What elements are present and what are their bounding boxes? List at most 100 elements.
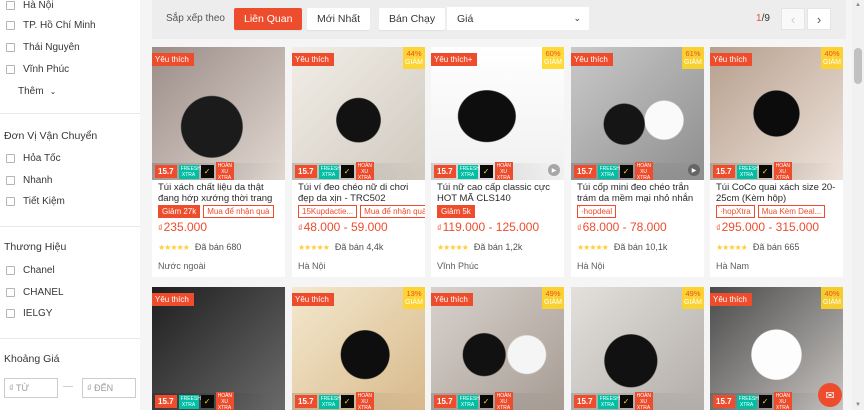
product-card[interactable]: Yêu thích 61% GIẢM 15.7 FREESHIP XTRA ✓ HOÀN X… bbox=[571, 47, 704, 277]
sold-count: Đã bán 665 bbox=[752, 242, 800, 252]
product-image[interactable]: Yêu thích 13% GIẢM 15.7 FREESHIP XTRA ✓ HOÀN X… bbox=[292, 287, 425, 410]
product-image[interactable]: Yêu thích 49% GIẢM 15.7 FREESHIP XTRA ✓ HOÀN X… bbox=[431, 287, 564, 410]
chevron-down-icon: ⌄ bbox=[49, 87, 57, 96]
sort-bestseller-button[interactable]: Bán Chạy bbox=[379, 8, 446, 30]
location-filter-thainguyen[interactable]: Thái Nguyên bbox=[6, 42, 80, 53]
product-image[interactable]: Yêu thích 40% GIẢM 15.7 FREESHIP XTRA ✓ HOÀN X… bbox=[710, 47, 843, 180]
checkbox[interactable] bbox=[6, 197, 15, 206]
sort-relevance-button[interactable]: Liên Quan bbox=[234, 8, 303, 30]
product-card[interactable]: 49% GIẢM 15.7 FREESHIP XTRA ✓ HOÀN XU XTRA bbox=[571, 287, 704, 410]
location-filter-vinhphuc[interactable]: Vĩnh Phúc bbox=[6, 64, 69, 75]
coin-back-badge: HOÀN XU XTRA bbox=[634, 391, 653, 410]
checkbox[interactable] bbox=[6, 43, 15, 52]
currency-symbol: ₫ bbox=[298, 223, 303, 233]
checkbox[interactable] bbox=[6, 21, 15, 30]
location-label: TP. Hồ Chí Minh bbox=[23, 20, 96, 31]
promo-strip: 15.7 FREESHIP XTRA ✓ HOÀN XU XTRA bbox=[431, 391, 564, 410]
shipping-label: Tiết Kiệm bbox=[23, 196, 65, 207]
promo-day-badge: 15.7 bbox=[295, 165, 317, 178]
promo-day-badge: 15.7 bbox=[434, 165, 456, 178]
product-card[interactable]: Yêu thích+ 60% GIẢM 15.7 FREESHIP XTRA ✓ HOÀN … bbox=[431, 47, 564, 277]
product-card[interactable]: Yêu thích 44% GIẢM 15.7 FREESHIP XTRA ✓ HOÀN X… bbox=[292, 47, 425, 277]
promo-strip: 15.7 FREESHIP XTRA ✓ HOÀN XU XTRA bbox=[152, 391, 285, 410]
divider bbox=[0, 226, 140, 227]
play-icon[interactable]: ▶ bbox=[688, 164, 700, 176]
product-name[interactable]: Túi nữ cao cấp classic cực HOT MÃ CLS140 bbox=[437, 182, 559, 204]
price-max-input[interactable]: ₫ ĐẾN bbox=[82, 378, 136, 398]
brand-filter-ielgy[interactable]: IELGY bbox=[6, 308, 52, 319]
favorite-badge: Yêu thích bbox=[710, 293, 752, 306]
chat-icon[interactable]: ✉ bbox=[818, 383, 842, 407]
product-card[interactable]: Yêu thích 15.7 FREESHIP XTRA ✓ HOÀN XU XTRA bbox=[152, 287, 285, 410]
product-card[interactable]: Yêu thích 15.7 FREESHIP XTRA ✓ HOÀN XU XTRA T… bbox=[152, 47, 285, 277]
product-image[interactable]: 49% GIẢM 15.7 FREESHIP XTRA ✓ HOÀN XU XTRA bbox=[571, 287, 704, 410]
page-scrollbar[interactable]: ▲ ▼ bbox=[852, 0, 864, 410]
product-card[interactable]: Yêu thích 40% GIẢM 15.7 FREESHIP XTRA ✓ HOÀN X… bbox=[710, 47, 843, 277]
location-label: Vĩnh Phúc bbox=[23, 64, 70, 75]
product-image[interactable]: Yêu thích 44% GIẢM 15.7 FREESHIP XTRA ✓ HOÀN X… bbox=[292, 47, 425, 180]
play-icon[interactable]: ▶ bbox=[548, 164, 560, 176]
sort-price-select[interactable]: Giá ⌄ bbox=[447, 7, 589, 30]
discount-percent: 49% bbox=[545, 289, 561, 298]
product-name[interactable]: Túi xách chất liệu da thật đang hớp xướn… bbox=[158, 182, 280, 204]
sort-newest-button[interactable]: Mới Nhất bbox=[307, 8, 371, 30]
product-price: ₫295.000 - 315.000 bbox=[716, 220, 819, 234]
price-min-input[interactable]: ₫ TỪ bbox=[4, 378, 58, 398]
coin-back-badge: HOÀN XU XTRA bbox=[773, 391, 792, 410]
coin-back-badge: HOÀN XU XTRA bbox=[494, 161, 513, 180]
checkbox[interactable] bbox=[6, 65, 15, 74]
checkbox[interactable] bbox=[6, 266, 15, 275]
voucher-tag: 15Kupdactie... bbox=[298, 205, 358, 218]
promo-day-badge: 15.7 bbox=[434, 395, 456, 408]
discount-label: GIẢM bbox=[684, 59, 702, 66]
checkbox[interactable] bbox=[6, 288, 15, 297]
chevron-left-icon: ‹ bbox=[790, 11, 796, 27]
brand-filter-chanel-upper[interactable]: CHANEL bbox=[6, 287, 64, 298]
promo-day-badge: 15.7 bbox=[713, 165, 735, 178]
shipping-filter-express[interactable]: Hỏa Tốc bbox=[6, 153, 61, 164]
product-image[interactable]: Yêu thích 15.7 FREESHIP XTRA ✓ HOÀN XU XTRA bbox=[152, 47, 285, 180]
product-name[interactable]: Túi CoCo quai xách size 20-25cm (Kèm hộp… bbox=[716, 182, 838, 204]
promo-day-badge: 15.7 bbox=[155, 165, 177, 178]
discount-badge: 44% GIẢM bbox=[403, 47, 425, 69]
checkbox[interactable] bbox=[6, 154, 15, 163]
location-filter-hanoi[interactable]: Hà Nội bbox=[6, 0, 54, 11]
sold-count: Đã bán 1,2k bbox=[473, 242, 523, 252]
check-icon: ✓ bbox=[758, 395, 772, 408]
show-more-locations[interactable]: Thêm ⌄ bbox=[18, 86, 56, 97]
checkbox[interactable] bbox=[6, 309, 15, 318]
next-page-button[interactable]: › bbox=[807, 8, 831, 30]
checkbox[interactable] bbox=[6, 176, 15, 185]
sort-bar: Sắp xếp theo Liên Quan Mới Nhất Bán Chạy… bbox=[152, 0, 846, 39]
product-image[interactable]: Yêu thích 61% GIẢM 15.7 FREESHIP XTRA ✓ HOÀN X… bbox=[571, 47, 704, 180]
shipping-label: Hỏa Tốc bbox=[23, 153, 61, 164]
prev-page-button[interactable]: ‹ bbox=[781, 8, 805, 30]
brand-filter-chanel[interactable]: Chanel bbox=[6, 265, 55, 276]
scroll-down-icon[interactable]: ▼ bbox=[852, 400, 864, 410]
product-name[interactable]: Túi cốp mini đeo chéo trắn trám da mềm m… bbox=[577, 182, 699, 204]
check-icon: ✓ bbox=[619, 395, 633, 408]
product-image[interactable]: Yêu thích 15.7 FREESHIP XTRA ✓ HOÀN XU XTRA bbox=[152, 287, 285, 410]
shipping-filter-fast[interactable]: Nhanh bbox=[6, 175, 52, 186]
product-name[interactable]: Túi ví đeo chéo nữ di chơi đẹp da xịn - … bbox=[298, 182, 420, 204]
checkbox[interactable] bbox=[6, 1, 15, 10]
discount-badge: 49% GIẢM bbox=[542, 287, 564, 309]
product-card[interactable]: Yêu thích 49% GIẢM 15.7 FREESHIP XTRA ✓ HOÀN X… bbox=[431, 287, 564, 410]
check-icon: ✓ bbox=[619, 165, 633, 178]
price-value: 295.000 - 315.000 bbox=[721, 220, 820, 234]
shipping-filter-saver[interactable]: Tiết Kiệm bbox=[6, 196, 65, 207]
freeship-badge: FREESHIP XTRA bbox=[178, 394, 206, 409]
shipping-filter-title: Đơn Vị Vận Chuyển bbox=[4, 130, 98, 142]
product-image[interactable]: Yêu thích+ 60% GIẢM 15.7 FREESHIP XTRA ✓ HOÀN … bbox=[431, 47, 564, 180]
product-rating: ★★★★★ Đã bán 4,4k bbox=[298, 242, 383, 252]
location-filter-hcm[interactable]: TP. Hồ Chí Minh bbox=[6, 20, 96, 31]
coin-back-badge: HOÀN XU XTRA bbox=[773, 161, 792, 180]
scrollbar-thumb[interactable] bbox=[854, 48, 862, 84]
discount-label: GIẢM bbox=[405, 59, 423, 66]
product-card[interactable]: Yêu thích 13% GIẢM 15.7 FREESHIP XTRA ✓ HOÀN X… bbox=[292, 287, 425, 410]
discount-label: GIẢM bbox=[823, 59, 841, 66]
discount-percent: 49% bbox=[685, 289, 701, 298]
product-tags: ̀·hopdeal bbox=[577, 205, 617, 218]
product-price: ₫235.000 bbox=[158, 220, 207, 234]
scroll-up-icon[interactable]: ▲ bbox=[852, 0, 864, 10]
